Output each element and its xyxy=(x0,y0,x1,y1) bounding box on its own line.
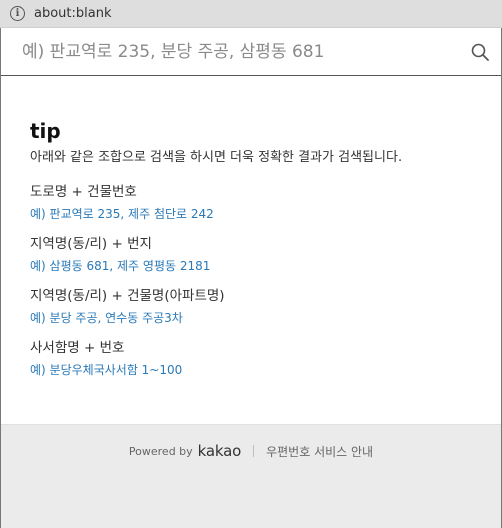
service-guide-link[interactable]: 우편번호 서비스 안내 xyxy=(266,443,373,460)
tip-title: tip xyxy=(30,119,61,143)
tip-item-label: 지역명(동/리) + 번지 xyxy=(30,236,152,252)
tip-item-label: 지역명(동/리) + 건물명(아파트명) xyxy=(30,288,225,304)
search-button[interactable] xyxy=(459,29,501,75)
footer-row: Powered by kakao 우편번호 서비스 안내 xyxy=(1,441,501,461)
info-icon[interactable]: i xyxy=(10,6,25,21)
kakao-logo: kakao xyxy=(197,442,242,460)
postcode-window: tip 아래와 같은 조합으로 검색을 하시면 더욱 정확한 결과가 검색됩니다… xyxy=(0,28,502,528)
tip-item: 사서함명 + 번호 예) 분당우체국사서함 1~100 xyxy=(30,339,501,391)
browser-address-bar[interactable]: i about:blank xyxy=(0,0,502,28)
tip-item: 지역명(동/리) + 번지 예) 삼평동 681, 제주 영평동 2181 xyxy=(30,235,501,287)
powered-by-text: Powered by xyxy=(128,444,193,458)
tip-item-example: 예) 판교역로 235, 제주 첨단로 242 xyxy=(30,207,214,221)
tip-item-label: 사서함명 + 번호 xyxy=(30,340,125,356)
tip-item-label: 도로명 + 건물번호 xyxy=(30,184,137,200)
footer-divider xyxy=(253,445,255,457)
footer: Powered by kakao 우편번호 서비스 안내 xyxy=(1,424,501,528)
tip-item: 지역명(동/리) + 건물명(아파트명) 예) 분당 주공, 연수동 주공3차 xyxy=(30,287,501,339)
tip-description: 아래와 같은 조합으로 검색을 하시면 더욱 정확한 결과가 검색됩니다. xyxy=(30,150,403,165)
search-input[interactable] xyxy=(1,28,459,75)
tip-item-example: 예) 분당 주공, 연수동 주공3차 xyxy=(30,311,183,325)
tip-list: 도로명 + 건물번호 예) 판교역로 235, 제주 첨단로 242 지역명(동… xyxy=(30,183,501,391)
url-text[interactable]: about:blank xyxy=(34,6,112,21)
search-icon xyxy=(471,43,489,61)
tip-item-example: 예) 분당우체국사서함 1~100 xyxy=(30,363,183,377)
search-bar xyxy=(1,28,501,76)
tip-item: 도로명 + 건물번호 예) 판교역로 235, 제주 첨단로 242 xyxy=(30,183,501,235)
tip-item-example: 예) 삼평동 681, 제주 영평동 2181 xyxy=(30,259,211,273)
tip-panel: tip 아래와 같은 조합으로 검색을 하시면 더욱 정확한 결과가 검색됩니다… xyxy=(1,76,501,424)
